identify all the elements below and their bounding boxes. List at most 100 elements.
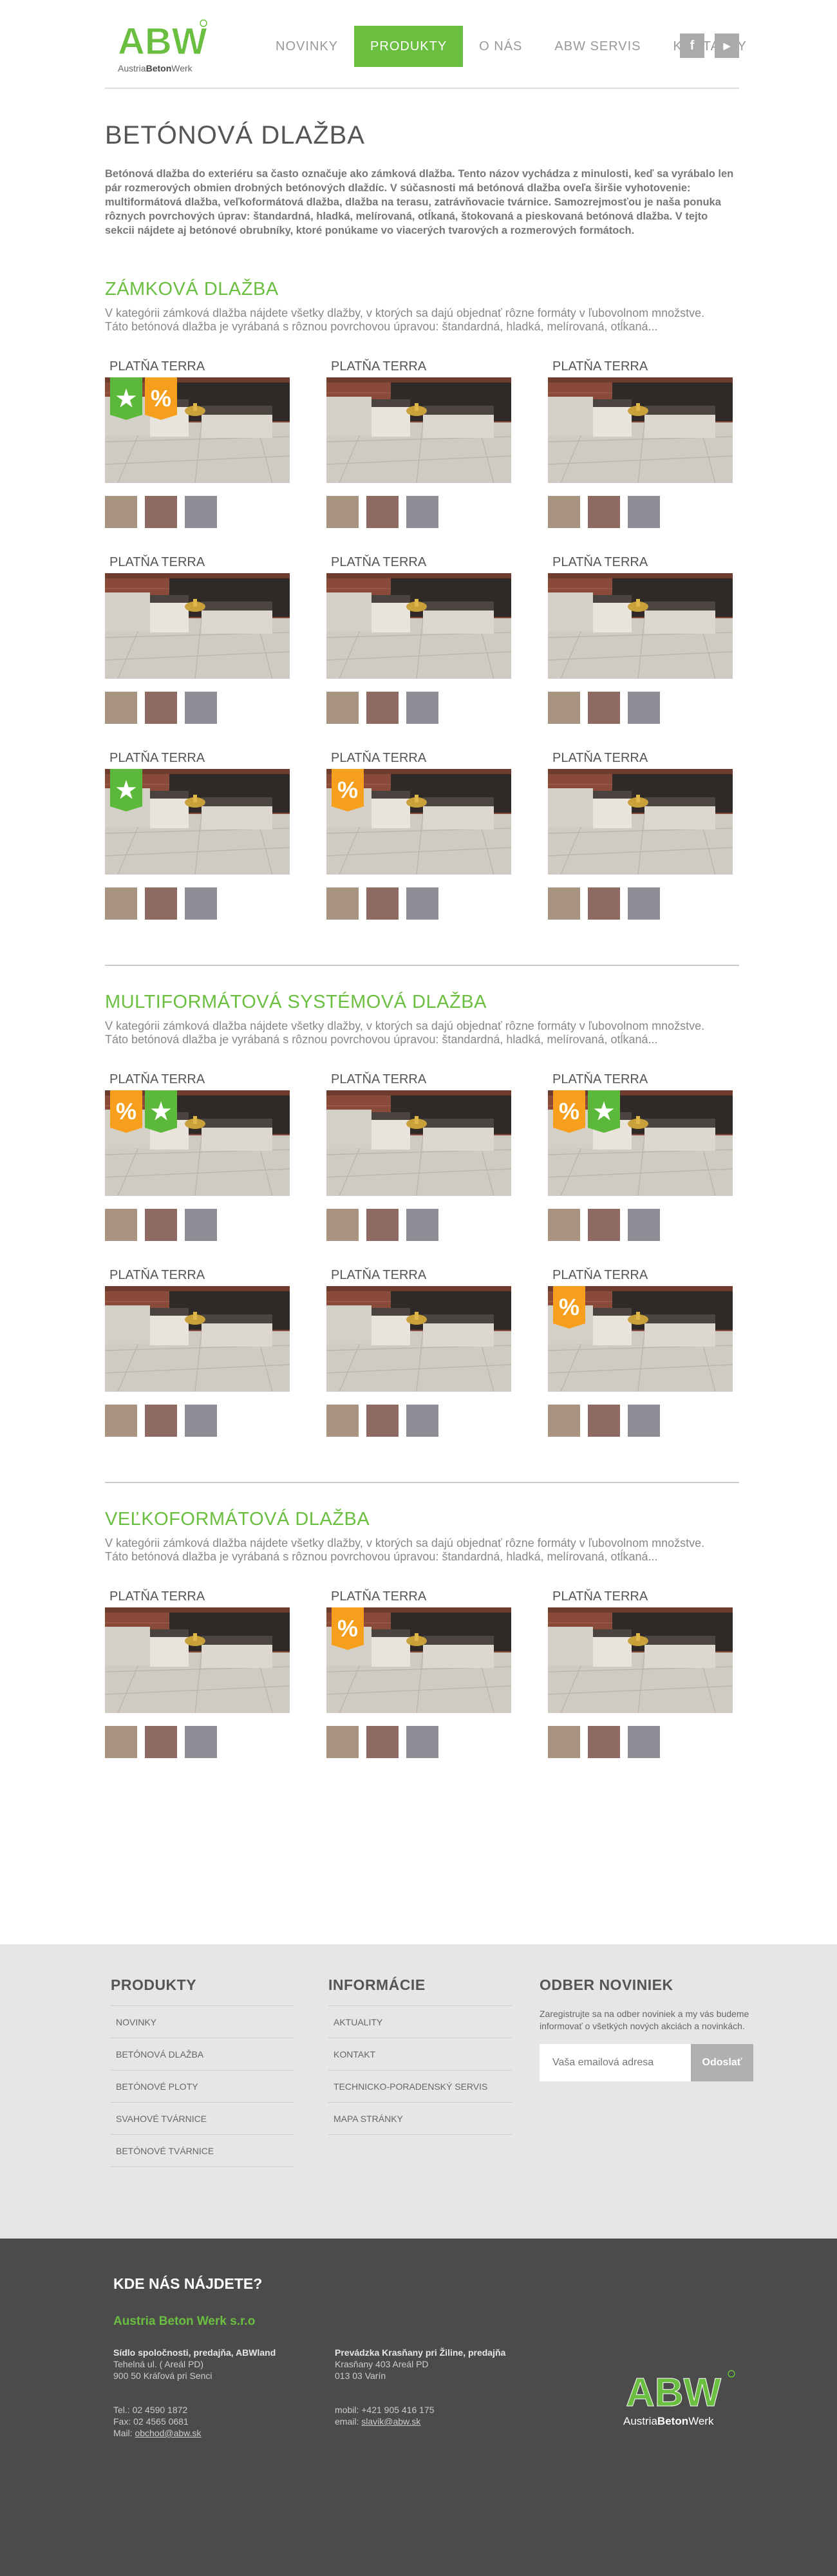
color-swatch-1[interactable] <box>548 1726 580 1758</box>
product-name[interactable]: PLATŇA TERRA <box>105 358 290 375</box>
color-swatch-1[interactable] <box>548 1209 580 1241</box>
nav-item-o-nas[interactable]: O NÁS <box>463 26 538 67</box>
footer-link-kontakt[interactable]: KONTAKT <box>328 2049 375 2060</box>
color-swatch-2[interactable] <box>588 887 620 920</box>
color-swatch-3[interactable] <box>406 496 438 528</box>
color-swatch-3[interactable] <box>185 887 217 920</box>
newsletter-email-input[interactable] <box>540 2044 691 2081</box>
product-image[interactable]: % <box>326 1607 511 1713</box>
color-swatch-1[interactable] <box>105 1209 137 1241</box>
nav-item-abw-servis[interactable]: ABW SERVIS <box>538 26 657 67</box>
footer-link-novinky[interactable]: NOVINKY <box>111 2017 156 2027</box>
product-name[interactable]: PLATŇA TERRA <box>105 1267 290 1283</box>
product-name[interactable]: PLATŇA TERRA <box>548 1267 733 1283</box>
product-name[interactable]: PLATŇA TERRA <box>326 358 511 375</box>
color-swatch-1[interactable] <box>326 1726 359 1758</box>
color-swatch-1[interactable] <box>105 887 137 920</box>
color-swatch-2[interactable] <box>366 692 399 724</box>
color-swatch-3[interactable] <box>628 692 660 724</box>
color-swatch-2[interactable] <box>588 1726 620 1758</box>
product-name[interactable]: PLATŇA TERRA <box>548 358 733 375</box>
product-image[interactable] <box>105 1286 290 1392</box>
abw-logo[interactable]: ABW AustriaBetonWerk <box>118 18 208 75</box>
product-image[interactable]: % <box>326 769 511 875</box>
product-name[interactable]: PLATŇA TERRA <box>105 750 290 766</box>
product-image[interactable] <box>548 769 733 875</box>
footer-link-mapa-stranky[interactable]: MAPA STRÁNKY <box>328 2114 403 2124</box>
color-swatch-1[interactable] <box>105 1405 137 1437</box>
color-swatch-3[interactable] <box>628 1405 660 1437</box>
color-swatch-1[interactable] <box>326 692 359 724</box>
color-swatch-2[interactable] <box>366 496 399 528</box>
color-swatch-3[interactable] <box>406 887 438 920</box>
footer-link-technicko-poradensky-servis[interactable]: TECHNICKO-PORADENSKÝ SERVIS <box>328 2081 487 2092</box>
color-swatch-3[interactable] <box>406 1726 438 1758</box>
color-swatch-2[interactable] <box>588 496 620 528</box>
product-name[interactable]: PLATŇA TERRA <box>326 1588 511 1605</box>
color-swatch-2[interactable] <box>145 1209 177 1241</box>
product-name[interactable]: PLATŇA TERRA <box>326 750 511 766</box>
color-swatch-1[interactable] <box>548 692 580 724</box>
color-swatch-1[interactable] <box>105 692 137 724</box>
nav-item-novinky[interactable]: NOVINKY <box>259 26 354 67</box>
facebook-icon[interactable]: f <box>680 33 704 58</box>
product-name[interactable]: PLATŇA TERRA <box>105 554 290 571</box>
color-swatch-1[interactable] <box>326 496 359 528</box>
product-name[interactable]: PLATŇA TERRA <box>548 1071 733 1088</box>
color-swatch-3[interactable] <box>406 1209 438 1241</box>
color-swatch-3[interactable] <box>628 887 660 920</box>
color-swatch-3[interactable] <box>406 692 438 724</box>
color-swatch-3[interactable] <box>628 496 660 528</box>
product-image[interactable] <box>548 377 733 483</box>
color-swatch-3[interactable] <box>628 1726 660 1758</box>
color-swatch-2[interactable] <box>588 1209 620 1241</box>
product-name[interactable]: PLATŇA TERRA <box>326 1267 511 1283</box>
youtube-icon[interactable]: ▶ <box>715 33 739 58</box>
product-image[interactable]: % ★ <box>105 1090 290 1196</box>
color-swatch-1[interactable] <box>548 887 580 920</box>
product-image[interactable] <box>326 377 511 483</box>
seat-mail-link[interactable]: obchod@abw.sk <box>135 2428 201 2438</box>
footer-link-aktuality[interactable]: AKTUALITY <box>328 2017 382 2027</box>
color-swatch-1[interactable] <box>548 1405 580 1437</box>
product-image[interactable] <box>105 573 290 679</box>
color-swatch-2[interactable] <box>145 1726 177 1758</box>
color-swatch-3[interactable] <box>185 496 217 528</box>
product-name[interactable]: PLATŇA TERRA <box>548 750 733 766</box>
color-swatch-1[interactable] <box>326 887 359 920</box>
branch-email-link[interactable]: slavik@abw.sk <box>361 2416 420 2427</box>
nav-item-produkty[interactable]: PRODUKTY <box>354 26 464 67</box>
footer-link-betonova-dlazba[interactable]: BETÓNOVÁ DLAŽBA <box>111 2049 203 2060</box>
color-swatch-1[interactable] <box>548 496 580 528</box>
color-swatch-2[interactable] <box>366 1726 399 1758</box>
product-image[interactable] <box>548 573 733 679</box>
product-image[interactable]: % ★ <box>548 1090 733 1196</box>
product-image[interactable]: ★ <box>105 769 290 875</box>
footer-link-betonove-ploty[interactable]: BETÓNOVÉ PLOTY <box>111 2081 198 2092</box>
product-image[interactable]: % <box>548 1286 733 1392</box>
product-image[interactable]: ★% <box>105 377 290 483</box>
color-swatch-1[interactable] <box>105 496 137 528</box>
product-image[interactable] <box>105 1607 290 1713</box>
color-swatch-3[interactable] <box>185 1405 217 1437</box>
color-swatch-3[interactable] <box>185 1726 217 1758</box>
footer-link-betonove-tvarnice[interactable]: BETÓNOVÉ TVÁRNICE <box>111 2146 214 2156</box>
color-swatch-1[interactable] <box>326 1209 359 1241</box>
product-image[interactable] <box>326 1286 511 1392</box>
color-swatch-3[interactable] <box>185 1209 217 1241</box>
product-name[interactable]: PLATŇA TERRA <box>548 554 733 571</box>
color-swatch-2[interactable] <box>588 692 620 724</box>
product-image[interactable] <box>326 1090 511 1196</box>
color-swatch-2[interactable] <box>145 1405 177 1437</box>
color-swatch-1[interactable] <box>326 1405 359 1437</box>
color-swatch-2[interactable] <box>588 1405 620 1437</box>
footer-link-svahove-tvarnice[interactable]: SVAHOVÉ TVÁRNICE <box>111 2114 207 2124</box>
color-swatch-2[interactable] <box>145 692 177 724</box>
product-image[interactable] <box>548 1607 733 1713</box>
color-swatch-2[interactable] <box>145 887 177 920</box>
color-swatch-3[interactable] <box>628 1209 660 1241</box>
color-swatch-1[interactable] <box>105 1726 137 1758</box>
product-name[interactable]: PLATŇA TERRA <box>548 1588 733 1605</box>
color-swatch-3[interactable] <box>185 692 217 724</box>
product-image[interactable] <box>326 573 511 679</box>
